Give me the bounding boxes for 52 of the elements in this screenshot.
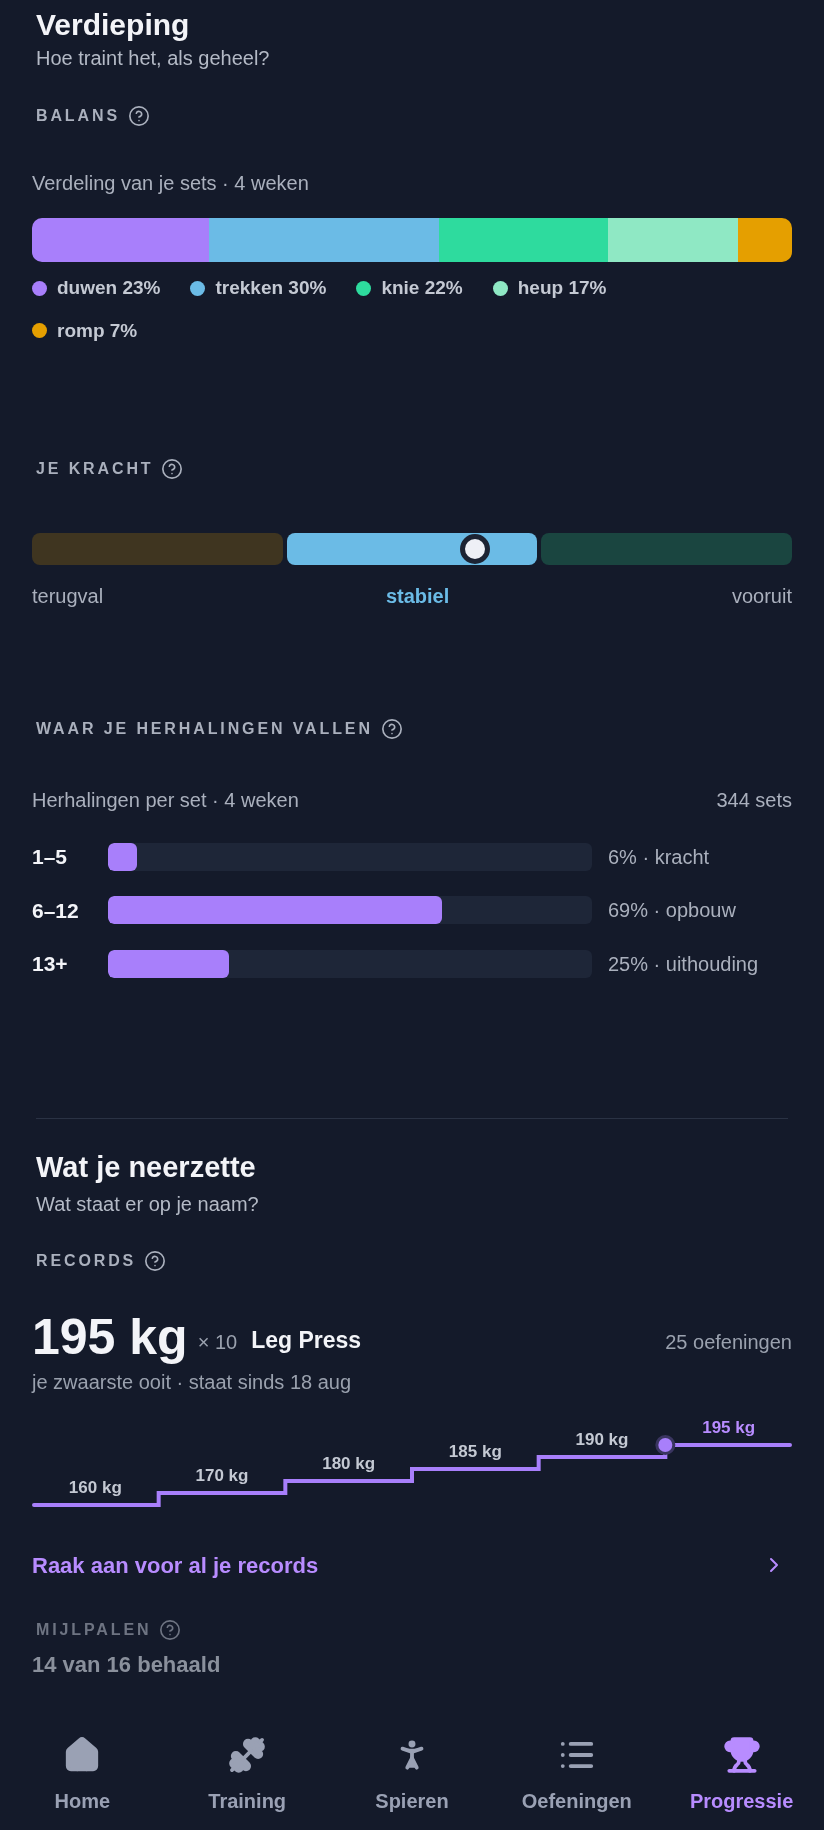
section-title: Verdieping [35, 7, 191, 43]
section-heading: RECORDS [36, 1250, 137, 1271]
record-weight: 195 kg [32, 1310, 188, 1363]
strength-label: vooruit [731, 584, 792, 609]
sets-count: 344 sets [716, 788, 792, 813]
record-value-label: 160 kg [68, 1476, 122, 1499]
rep-share: 25% · uithouding [608, 951, 759, 977]
nav-tab[interactable]: Home [7, 1736, 158, 1816]
legend-label: heup 17% [517, 276, 607, 300]
record-note: je zwaarste ooit · staat sinds 18 aug [32, 1369, 353, 1395]
record-value-label: 180 kg [322, 1452, 376, 1475]
nav-tab[interactable]: Oefeningen [501, 1736, 652, 1816]
section-title: Wat je neerzette [35, 1149, 257, 1185]
strength-label: stabiel [385, 584, 450, 609]
strength-label: terugval [32, 584, 104, 609]
section-heading: BALANS [36, 106, 120, 126]
record-value-label: 190 kg [575, 1428, 629, 1451]
rep-share: 6% · kracht [608, 844, 710, 870]
section-heading: JE KRACHT [36, 459, 154, 479]
record-exercise: Leg Press [251, 1326, 362, 1355]
record-value-label: 195 kg [702, 1416, 756, 1439]
legend-label: romp 7% [57, 318, 138, 343]
rep-range: 1–5 [32, 844, 69, 870]
legend-label: trekken 30% [215, 276, 327, 300]
record-value-label: 170 kg [195, 1464, 249, 1487]
all-records-link[interactable]: Raak aan voor al je records [32, 1548, 792, 1582]
record-value-label: 185 kg [448, 1440, 502, 1463]
nav-icon [722, 1736, 761, 1774]
section-subtitle: Wat staat er op je naam? [35, 1191, 260, 1217]
rep-share: 69% · opbouw [608, 898, 736, 924]
help-icon[interactable] [159, 1618, 182, 1641]
exercise-count: 25 oefeningen [665, 1329, 792, 1355]
record-reps: × 10 [197, 1329, 238, 1355]
section-heading: MIJLPALEN [36, 1619, 152, 1640]
record-marker [655, 1434, 676, 1455]
rep-range: 6–12 [32, 897, 80, 924]
help-icon[interactable] [144, 1249, 167, 1272]
section-subtitle: Hoe traint het, als geheel? [35, 46, 271, 71]
balance-caption: Verdeling van je sets · 4 weken [32, 171, 310, 196]
help-icon[interactable] [161, 458, 184, 480]
reps-caption: Herhalingen per set · 4 weken [32, 788, 299, 813]
help-icon[interactable] [380, 718, 403, 740]
milestones-summary: 14 van 16 behaald [32, 1650, 222, 1679]
legend-label: knie 22% [381, 276, 463, 300]
legend-label: duwen 23% [57, 276, 161, 300]
nav-tab[interactable]: Spieren [337, 1736, 487, 1816]
section-heading: WAAR JE HERHALINGEN VALLEN [36, 719, 373, 739]
nav-tab[interactable]: Progressie [666, 1736, 817, 1816]
nav-tab[interactable]: Training [172, 1736, 323, 1816]
rep-range: 13+ [32, 951, 69, 977]
help-icon[interactable] [127, 105, 150, 127]
nav-icon [228, 1736, 267, 1774]
